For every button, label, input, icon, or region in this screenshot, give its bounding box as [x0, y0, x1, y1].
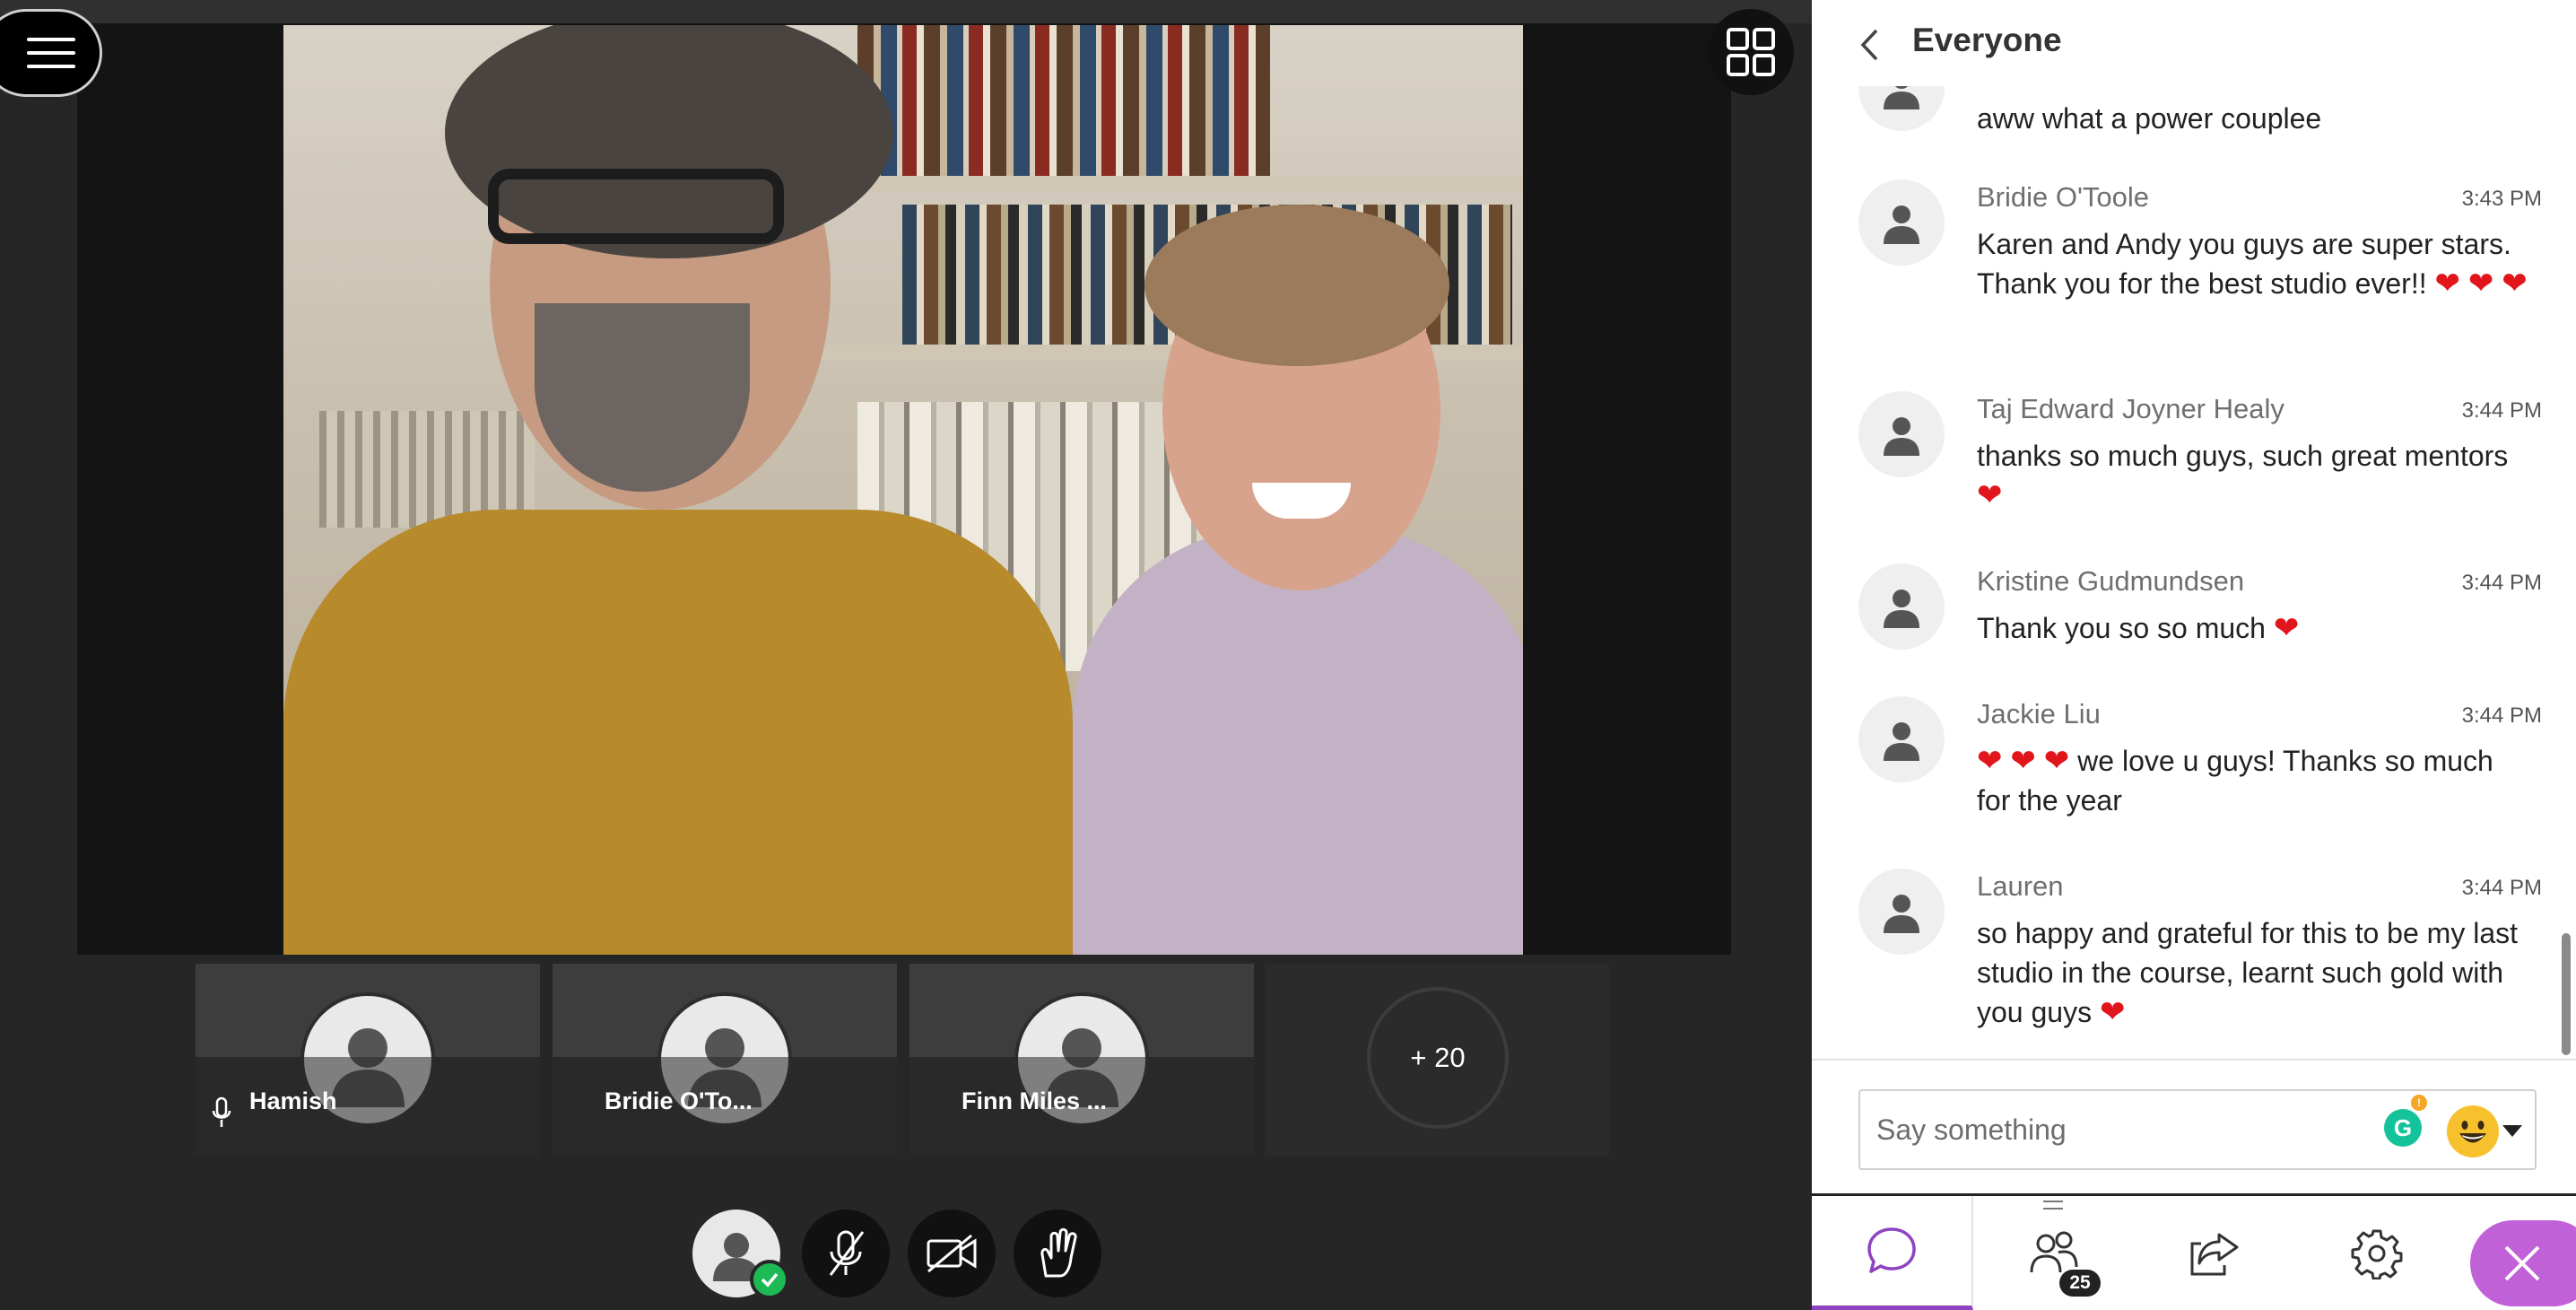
- microphone-muted-icon: [829, 1230, 865, 1276]
- microphone-icon: [212, 1096, 231, 1127]
- close-icon: [2504, 1245, 2540, 1281]
- drag-handle[interactable]: [2043, 1201, 2063, 1210]
- message-body: Thank you so so much: [1977, 612, 2266, 644]
- avatar: [1858, 563, 1945, 650]
- avatar: [1858, 696, 1945, 782]
- message-author: Bridie O'Toole: [1977, 181, 2150, 213]
- menu-button[interactable]: [0, 9, 102, 97]
- message-author: Taj Edward Joyner Healy: [1977, 393, 2284, 424]
- status-check-icon: [750, 1260, 789, 1299]
- person-right-hair: [1144, 205, 1449, 366]
- avatar: [1858, 86, 1945, 131]
- avatar: [1858, 869, 1945, 955]
- close-panel-button[interactable]: [2470, 1220, 2576, 1306]
- participant-tile[interactable]: Hamish: [196, 964, 540, 1156]
- message-time: 3:44 PM: [2461, 876, 2542, 900]
- message-body: thanks so much guys, such great mentors: [1977, 440, 2509, 472]
- chevron-left-icon[interactable]: [1858, 27, 1880, 63]
- user-silhouette-icon: [1884, 417, 1919, 456]
- camera-toggle-button[interactable]: [908, 1210, 996, 1297]
- microphone-toggle-button[interactable]: [802, 1210, 890, 1297]
- grammarly-icon[interactable]: G: [2384, 1109, 2422, 1147]
- heart-emoji-icon: ❤: [2467, 266, 2494, 301]
- message-time: 3:44 PM: [2461, 703, 2542, 728]
- heart-emoji-icon: ❤: [2010, 744, 2036, 778]
- chevron-down-icon[interactable]: [2502, 1125, 2522, 1137]
- person-left-body: [283, 510, 1073, 955]
- video-stage: Hamish Bridie O'To... Finn Miles ... + 2…: [0, 0, 1812, 1310]
- gear-icon: [2351, 1229, 2403, 1279]
- share-icon: [2190, 1233, 2239, 1275]
- layout-toggle-button[interactable]: [1708, 9, 1794, 95]
- message-author: Kristine Gudmundsen: [1977, 565, 2245, 597]
- chat-header: Everyone: [1812, 0, 2576, 86]
- panel-tabs: 25: [1812, 1193, 2576, 1310]
- heart-emoji-icon: ❤: [2434, 266, 2461, 301]
- composer-area: G !: [1812, 1059, 2576, 1193]
- more-participants-tile[interactable]: + 20: [1265, 964, 1609, 1156]
- person-right-body: [1073, 528, 1523, 955]
- participant-count-badge: 25: [2059, 1270, 2101, 1297]
- message-text: aww what a power couplee: [1977, 102, 2322, 135]
- message-time: 3:44 PM: [2461, 571, 2542, 595]
- bookshelf: [857, 25, 1270, 178]
- message-text: ❤ ❤ ❤ we love u guys! Thanks so much for…: [1977, 741, 2533, 820]
- user-silhouette-icon: [1884, 590, 1919, 628]
- message-text: Karen and Andy you guys are super stars.…: [1977, 224, 2533, 303]
- user-silhouette-icon: [1884, 205, 1919, 244]
- grammarly-alert-badge: !: [2411, 1095, 2427, 1111]
- message-author: Jackie Liu: [1977, 698, 2101, 729]
- user-silhouette-icon: [1884, 722, 1919, 761]
- user-silhouette-icon: [1884, 86, 1919, 109]
- chat-input[interactable]: [1860, 1091, 2363, 1168]
- participant-name: Hamish: [249, 1087, 337, 1114]
- smiley-emoji-icon: [2449, 1107, 2497, 1156]
- chat-message-list[interactable]: aww what a power couplee Bridie O'Toole …: [1812, 86, 2562, 1059]
- panel-title: Everyone: [1912, 22, 2062, 58]
- heart-emoji-icon: ❤: [2099, 995, 2126, 1029]
- chat-composer: G !: [1858, 1089, 2537, 1170]
- message-text: thanks so much guys, such great mentors …: [1977, 436, 2533, 515]
- tab-settings[interactable]: [2296, 1196, 2458, 1310]
- heart-emoji-icon: ❤: [1977, 478, 2003, 512]
- participant-tile[interactable]: Bridie O'To...: [553, 964, 897, 1156]
- glasses: [488, 169, 784, 244]
- heart-emoji-icon: ❤: [2273, 611, 2300, 645]
- more-participants-count: + 20: [1367, 987, 1509, 1129]
- avatar: [1858, 179, 1945, 266]
- heart-emoji-icon: ❤: [1977, 744, 2003, 778]
- top-strip: [0, 0, 1812, 23]
- message-time: 3:43 PM: [2461, 187, 2542, 211]
- message-body: so happy and grateful for this to be my …: [1977, 917, 2518, 1028]
- tab-participants[interactable]: 25: [1973, 1196, 2135, 1310]
- tab-share-content[interactable]: [2135, 1196, 2296, 1310]
- camera-off-icon: [927, 1234, 977, 1273]
- shelf: [857, 176, 1523, 192]
- participant-name: Bridie O'To...: [605, 1087, 753, 1114]
- tile-overlay: [196, 1057, 540, 1156]
- participant-tile[interactable]: Finn Miles ...: [909, 964, 1254, 1156]
- message-text: so happy and grateful for this to be my …: [1977, 913, 2533, 1032]
- raise-hand-button[interactable]: [1014, 1210, 1101, 1297]
- message-author: Lauren: [1977, 870, 2064, 902]
- raise-hand-icon: [1040, 1227, 1077, 1278]
- heart-emoji-icon: ❤: [2043, 744, 2070, 778]
- heart-emoji-icon: ❤: [2502, 266, 2528, 301]
- user-silhouette-icon: [1884, 895, 1919, 933]
- main-video-feed: [283, 25, 1523, 955]
- tab-chat[interactable]: [1812, 1196, 1973, 1310]
- emoji-button[interactable]: [2447, 1105, 2499, 1157]
- hamburger-menu-icon: [27, 38, 75, 68]
- grid-layout-icon: [1727, 28, 1775, 76]
- message-time: 3:44 PM: [2461, 398, 2542, 423]
- chat-scrollbar[interactable]: [2562, 933, 2571, 1055]
- participant-name: Finn Miles ...: [962, 1087, 1108, 1114]
- message-body: Karen and Andy you guys are super stars.…: [1977, 228, 2511, 300]
- chat-bubble-icon: [1867, 1227, 1916, 1273]
- chat-panel: Everyone aww what a power couplee Bridie…: [1812, 0, 2576, 1310]
- avatar: [1858, 391, 1945, 477]
- message-text: Thank you so so much ❤: [1977, 608, 2533, 648]
